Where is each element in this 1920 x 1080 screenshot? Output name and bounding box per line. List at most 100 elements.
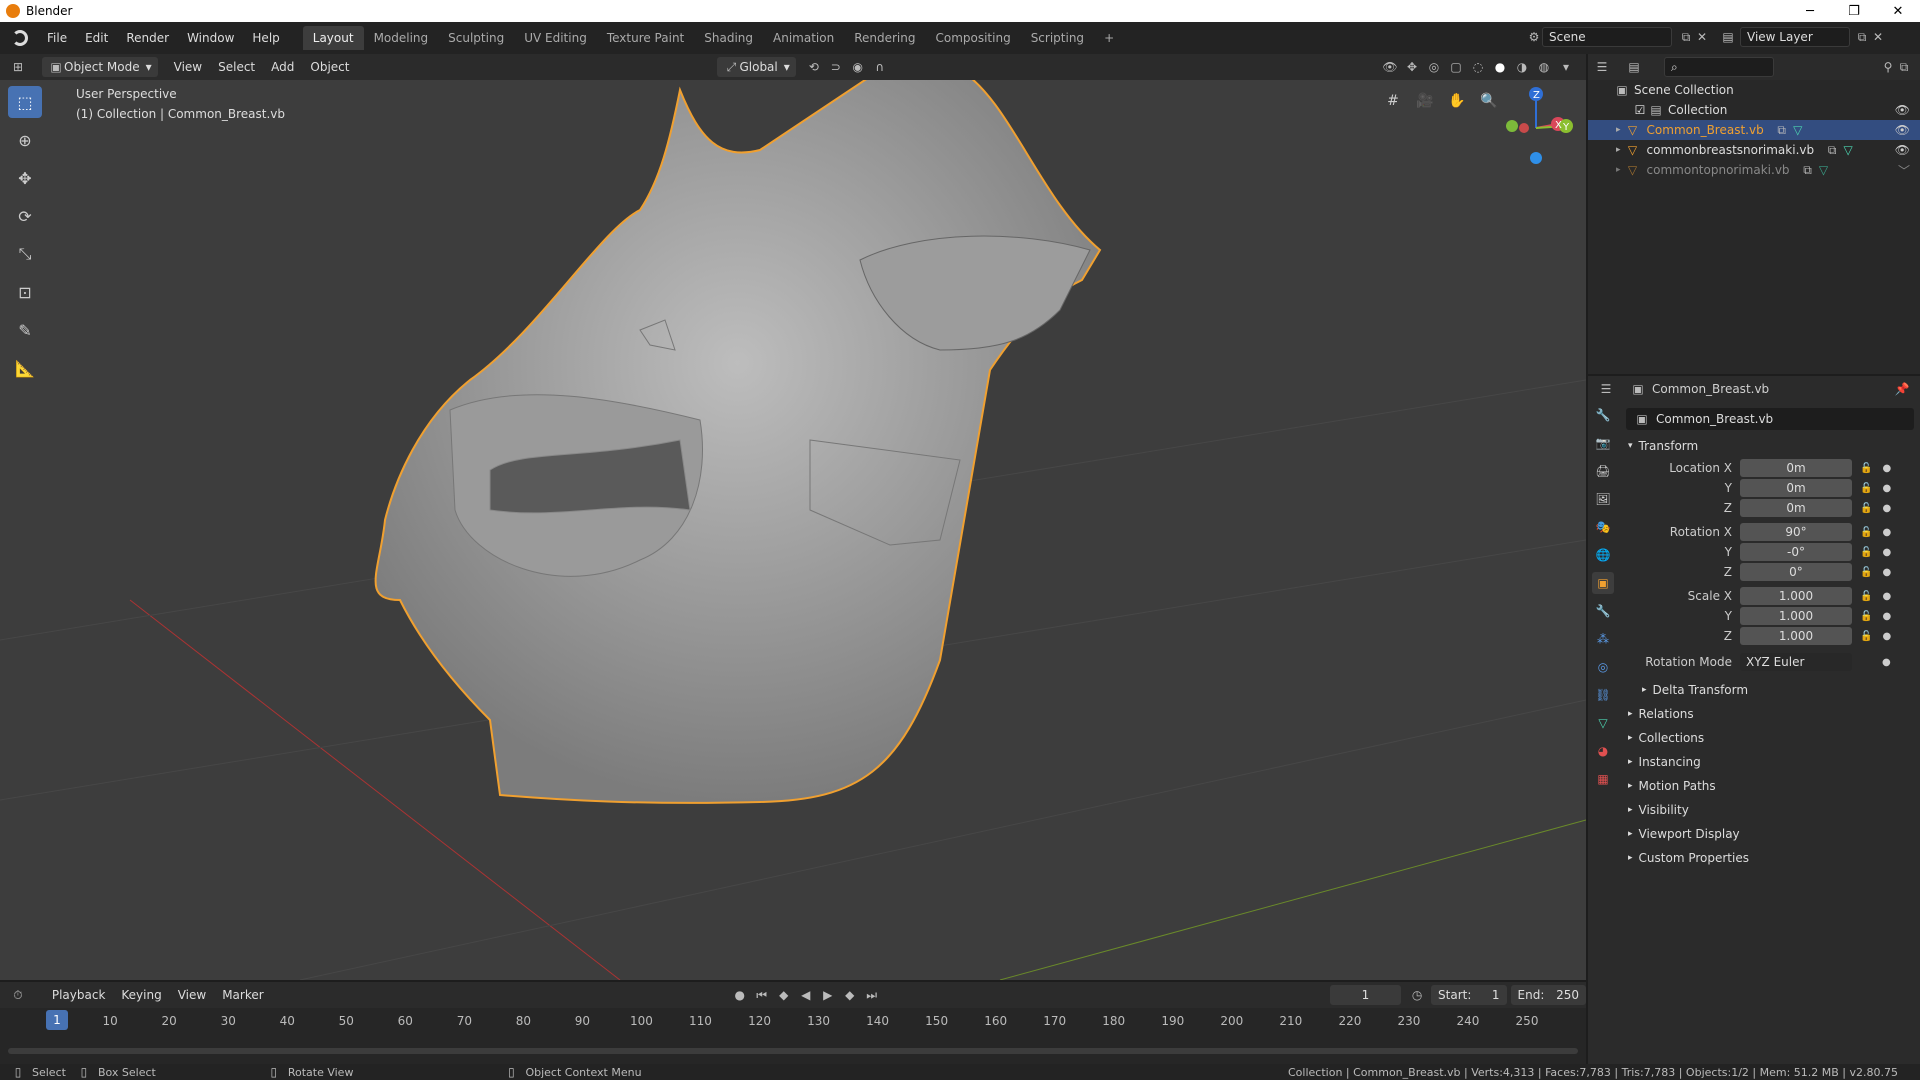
cursor-tool-icon[interactable]: ⊕ xyxy=(8,124,42,156)
world-tab-icon[interactable]: 🌐 xyxy=(1592,544,1614,566)
timeline-editor-type-icon[interactable]: ⏱ xyxy=(10,987,26,1003)
menu-window[interactable]: Window xyxy=(178,31,243,45)
new-collection-icon[interactable]: ⧉ xyxy=(1896,59,1912,75)
overlays-icon[interactable]: ◎ xyxy=(1426,59,1442,75)
keyframe-dot-icon[interactable]: ● xyxy=(1882,527,1891,538)
menu-object[interactable]: Object xyxy=(302,60,357,74)
tab-sculpting[interactable]: Sculpting xyxy=(438,26,514,50)
menu-timeline-view[interactable]: View xyxy=(170,988,214,1002)
outliner-row-common-breast[interactable]: ▸ ▽ Common_Breast.vb ⧉ ▽ 👁 xyxy=(1588,120,1920,140)
output-tab-icon[interactable]: 🖨 xyxy=(1592,460,1614,482)
measure-tool-icon[interactable]: 📐 xyxy=(8,352,42,384)
keyframe-dot-icon[interactable]: ● xyxy=(1882,657,1891,668)
move-tool-icon[interactable]: ✥ xyxy=(8,162,42,194)
location-y-field[interactable]: 0m xyxy=(1740,479,1852,497)
keyframe-dot-icon[interactable]: ● xyxy=(1882,591,1891,602)
outliner-editor-type-icon[interactable]: ☰ xyxy=(1594,59,1610,75)
tab-uv-editing[interactable]: UV Editing xyxy=(514,26,597,50)
viewport-display-panel-header[interactable]: ▸ Viewport Display xyxy=(1620,822,1920,846)
eye-icon[interactable]: 👁 xyxy=(1895,123,1910,137)
blender-menu-icon[interactable] xyxy=(12,30,28,46)
rotation-x-field[interactable]: 90° xyxy=(1740,523,1852,541)
prev-keyframe-icon[interactable]: ◆ xyxy=(776,987,792,1003)
visibility-panel-header[interactable]: ▸ Visibility xyxy=(1620,798,1920,822)
editor-type-icon[interactable]: ⊞ xyxy=(10,59,26,75)
rotation-y-field[interactable]: -0° xyxy=(1740,543,1852,561)
timeline-scrollbar[interactable] xyxy=(8,1048,1578,1054)
texture-tab-icon[interactable]: ▦ xyxy=(1592,768,1614,790)
rendered-shading-icon[interactable]: ◍ xyxy=(1536,59,1552,75)
visibility-icon[interactable]: 👁 xyxy=(1382,59,1398,75)
3d-viewport[interactable] xyxy=(0,80,1586,980)
proportional-editing-icon[interactable]: ◉ xyxy=(850,59,866,75)
constraints-tab-icon[interactable]: ⛓ xyxy=(1592,684,1614,706)
xray-icon[interactable]: ▢ xyxy=(1448,59,1464,75)
motion-paths-panel-header[interactable]: ▸ Motion Paths xyxy=(1620,774,1920,798)
eye-icon[interactable]: 👁 xyxy=(1895,103,1910,117)
rotation-mode-dropdown[interactable]: XYZ Euler xyxy=(1740,653,1852,671)
relations-panel-header[interactable]: ▸ Relations xyxy=(1620,702,1920,726)
add-workspace-button[interactable]: + xyxy=(1094,26,1124,50)
transform-tool-icon[interactable]: ⊡ xyxy=(8,276,42,308)
menu-select[interactable]: Select xyxy=(210,60,263,74)
physics-tab-icon[interactable]: ◎ xyxy=(1592,656,1614,678)
tab-layout[interactable]: Layout xyxy=(302,26,364,50)
annotate-tool-icon[interactable]: ✎ xyxy=(8,314,42,346)
eye-icon[interactable]: 👁 xyxy=(1895,143,1910,157)
keyframe-dot-icon[interactable]: ● xyxy=(1882,547,1891,558)
jump-start-icon[interactable]: ⏮ xyxy=(754,987,770,1003)
lock-icon[interactable]: 🔓 xyxy=(1860,591,1872,602)
rotate-tool-icon[interactable]: ⟳ xyxy=(8,200,42,232)
gizmo-icon[interactable]: ✥ xyxy=(1404,59,1420,75)
play-reverse-icon[interactable]: ◀ xyxy=(798,987,814,1003)
menu-file[interactable]: File xyxy=(38,31,76,45)
lock-icon[interactable]: 🔓 xyxy=(1860,483,1872,494)
zoom-view-icon[interactable]: 🔍 xyxy=(1476,88,1502,114)
view-layer-field[interactable]: View Layer xyxy=(1740,27,1850,47)
menu-playback[interactable]: Playback xyxy=(44,988,114,1002)
menu-edit[interactable]: Edit xyxy=(76,31,117,45)
outliner-search-input[interactable]: ⌕ xyxy=(1664,57,1774,77)
solid-shading-icon[interactable]: ● xyxy=(1492,59,1508,75)
end-frame-field[interactable]: End: 250 xyxy=(1510,985,1586,1005)
lock-icon[interactable]: 🔓 xyxy=(1860,567,1872,578)
current-frame-field[interactable]: 1 xyxy=(1329,985,1402,1005)
play-icon[interactable]: ▶ xyxy=(820,987,836,1003)
shading-options-icon[interactable]: ▾ xyxy=(1558,59,1574,75)
location-x-field[interactable]: 0m xyxy=(1740,459,1852,477)
axis-gizmo[interactable]: Z X Y xyxy=(1500,82,1580,172)
menu-view[interactable]: View xyxy=(166,60,210,74)
keyframe-dot-icon[interactable]: ● xyxy=(1882,503,1891,514)
outliner-row-collection[interactable]: ☑ ▤ Collection 👁 xyxy=(1588,100,1920,120)
tool-tab-icon[interactable]: 🔧 xyxy=(1592,404,1614,426)
scene-icon[interactable]: ⚙ xyxy=(1526,29,1542,45)
scene-tab-icon[interactable]: 🎭 xyxy=(1592,516,1614,538)
camera-view-icon[interactable]: 🎥 xyxy=(1412,88,1438,114)
expand-arrow-icon[interactable]: ▸ xyxy=(1616,125,1621,135)
menu-add[interactable]: Add xyxy=(263,60,302,74)
start-frame-field[interactable]: Start: 1 xyxy=(1431,985,1507,1005)
lock-icon[interactable]: 🔓 xyxy=(1860,527,1872,538)
scale-tool-icon[interactable]: ⤡ xyxy=(8,238,42,270)
new-scene-icon[interactable]: ⧉ xyxy=(1678,29,1694,45)
tab-shading[interactable]: Shading xyxy=(694,26,763,50)
keyframe-dot-icon[interactable]: ● xyxy=(1882,567,1891,578)
object-tab-icon[interactable]: ▣ xyxy=(1592,572,1614,594)
maximize-button[interactable]: ❐ xyxy=(1832,0,1876,22)
frame-ruler[interactable]: 1102030405060708090100110120130140150160… xyxy=(0,1010,1586,1032)
pan-view-icon[interactable]: ✋ xyxy=(1444,88,1470,114)
lock-icon[interactable]: 🔓 xyxy=(1860,463,1872,474)
current-frame-indicator[interactable]: 1 xyxy=(46,1010,68,1030)
modifier-tab-icon[interactable]: 🔧 xyxy=(1592,600,1614,622)
rotation-z-field[interactable]: 0° xyxy=(1740,563,1852,581)
material-tab-icon[interactable]: ◕ xyxy=(1592,740,1614,762)
view-layer-icon[interactable]: ▤ xyxy=(1720,29,1736,45)
scale-y-field[interactable]: 1.000 xyxy=(1740,607,1852,625)
outliner-row-commonbreastsnorimaki[interactable]: ▸ ▽ commonbreastsnorimaki.vb ⧉ ▽ 👁 xyxy=(1588,140,1920,160)
particles-tab-icon[interactable]: ⁂ xyxy=(1592,628,1614,650)
filter-icon[interactable]: ⚲ xyxy=(1880,59,1896,75)
custom-properties-panel-header[interactable]: ▸ Custom Properties xyxy=(1620,846,1920,870)
keyframe-dot-icon[interactable]: ● xyxy=(1882,463,1891,474)
object-data-tab-icon[interactable]: ▽ xyxy=(1592,712,1614,734)
clock-icon[interactable]: ◷ xyxy=(1409,987,1425,1003)
